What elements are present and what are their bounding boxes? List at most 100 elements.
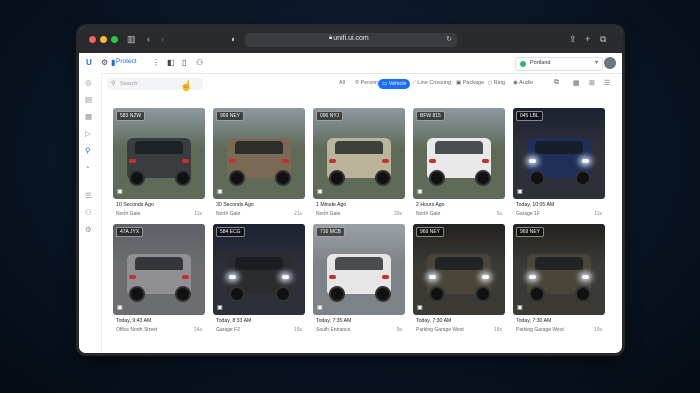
detection-time: 10 Seconds Ago	[116, 202, 154, 208]
vehicle-light	[229, 159, 236, 163]
zoom-window-button[interactable]	[111, 36, 118, 43]
vehicle-wheel	[175, 286, 191, 302]
share-icon[interactable]: ⇪	[569, 34, 577, 45]
vehicle-type-icon: ▣	[317, 305, 323, 311]
detection-thumbnail[interactable]: 47A JYX ▣	[113, 224, 205, 315]
license-plate-badge: 969 NEY	[216, 111, 245, 121]
doorbell-icon[interactable]: ⋮	[152, 58, 160, 68]
clip-duration: 15s	[293, 327, 302, 333]
vehicle-wheel	[529, 170, 545, 186]
search-icon: ⚲	[111, 81, 116, 87]
detection-thumbnail[interactable]: 096 NYJ ▣	[313, 108, 405, 199]
vehicle-light	[282, 159, 289, 163]
detection-thumbnail[interactable]: 969 NEY ▣	[213, 108, 305, 199]
back-icon[interactable]: ‹	[147, 34, 150, 45]
vehicle-wheel	[575, 170, 591, 186]
vehicle-window	[335, 257, 383, 270]
vehicle-wheel	[429, 286, 445, 302]
vehicle-light	[529, 159, 536, 163]
vehicle-type-icon: ▣	[317, 189, 323, 195]
site-selector[interactable]: Portland ▾	[515, 57, 603, 71]
grid-icon[interactable]: ▦	[85, 112, 92, 122]
site-status-dot	[520, 61, 526, 67]
vehicle-type-icon: ▣	[117, 189, 123, 195]
license-plate-badge: 47A JYX	[116, 227, 144, 237]
tabs-overview-icon[interactable]: ⧉	[600, 34, 606, 45]
app-name[interactable]: Protect	[116, 58, 137, 65]
list-view-icon[interactable]: ☰	[604, 79, 610, 87]
hand-cursor-icon: ☝	[180, 81, 193, 92]
access-icon[interactable]: ◧	[167, 58, 175, 68]
sidebar-toggle-icon[interactable]: ▥	[127, 34, 136, 45]
talk-icon[interactable]: ▯	[182, 58, 186, 68]
filter-vehicle[interactable]: ▭ Vehicle	[378, 79, 411, 89]
vehicle-window	[535, 257, 583, 270]
filter-ring-label: Ring	[493, 80, 506, 86]
minimize-window-button[interactable]	[100, 36, 107, 43]
vehicle-light	[229, 275, 236, 279]
filter-all[interactable]: All	[339, 79, 345, 87]
vehicle-type-icon: ▣	[117, 305, 123, 311]
detection-location: Garage 1F	[516, 211, 540, 217]
vehicle-window	[435, 141, 483, 154]
play-icon[interactable]: ▷	[85, 129, 91, 139]
detection-thumbnail[interactable]: 716 MCB ▣	[313, 224, 405, 315]
address-bar[interactable]: 🔒︎ unifi.ui.com ↻	[245, 33, 457, 47]
clip-duration: 24s	[193, 327, 202, 333]
small-grid-icon[interactable]: ⊞	[589, 79, 595, 87]
filter-ring[interactable]: ◇ Ring	[488, 79, 505, 87]
detection-thumbnail[interactable]: 584 ECG ▣	[213, 224, 305, 315]
people-icon[interactable]: ⚇	[196, 58, 203, 68]
detection-thumbnail[interactable]: 583 NZW ▣	[113, 108, 205, 199]
detections-icon[interactable]: ⚲	[85, 146, 91, 156]
license-plate-badge: 969 NEY	[516, 227, 545, 237]
export-icon[interactable]: ⧉	[554, 79, 559, 87]
detection-location: Parking Garage West	[516, 327, 564, 333]
vehicle-type-icon: ▣	[217, 189, 223, 195]
detection-thumbnail[interactable]: 045 LBL ▣	[513, 108, 605, 199]
settings-icon[interactable]: ⚙	[85, 225, 92, 235]
users-icon[interactable]: ⚇	[85, 208, 92, 218]
alarm-icon[interactable]: ◔	[85, 163, 90, 173]
list-icon[interactable]: ☰	[85, 191, 92, 201]
vehicle-type-icon: ▣	[417, 305, 423, 311]
forward-icon[interactable]: ›	[161, 34, 164, 45]
unifi-logo-icon[interactable]: U	[86, 58, 92, 68]
protect-app-icon[interactable]: ▮	[111, 58, 115, 68]
filter-package[interactable]: ▣ Package	[456, 79, 484, 87]
vehicle-light	[382, 159, 389, 163]
shield-icon[interactable]: ◐	[231, 34, 236, 45]
vehicle-wheel	[275, 286, 291, 302]
vehicle-type-icon: ▣	[517, 189, 523, 195]
detection-thumbnail[interactable]: BFW 815 ▣	[413, 108, 505, 199]
detection-thumbnail[interactable]: 969 NEY ▣	[413, 224, 505, 315]
detection-time: 2 Hours Ago	[416, 202, 445, 208]
new-tab-icon[interactable]: +	[585, 34, 590, 45]
reload-icon[interactable]: ↻	[446, 35, 452, 43]
filter-package-label: Package	[462, 80, 485, 86]
dashboard-icon[interactable]: ◎	[85, 78, 92, 88]
vehicle-window	[135, 257, 183, 270]
vehicle-wheel	[175, 170, 191, 186]
filter-person[interactable]: ⚲ Person	[355, 79, 378, 87]
license-plate-badge: 716 MCB	[316, 227, 345, 237]
vehicle-light	[329, 159, 336, 163]
detection-time: Today, 7:30 AM	[516, 318, 552, 324]
vehicle-wheel	[129, 170, 145, 186]
filter-vehicle-label: Vehicle	[388, 81, 407, 87]
filter-line-crossing[interactable]: ⟋ Line Crossing	[412, 79, 451, 87]
vehicle-wheel	[429, 170, 445, 186]
browser-window: ▥ ‹ › ◐ 🔒︎ unifi.ui.com ↻ ⇪ + ⧉ U ⚙ ▮ Pr…	[79, 27, 622, 353]
settings-gear-icon[interactable]: ⚙	[101, 58, 108, 68]
filter-person-label: Person	[360, 80, 378, 86]
devices-icon[interactable]: ▤	[85, 95, 92, 105]
detection-location: North Gate	[216, 211, 241, 217]
detection-thumbnail[interactable]: 969 NEY ▣	[513, 224, 605, 315]
avatar[interactable]	[604, 57, 616, 69]
large-grid-icon[interactable]: ▦	[573, 79, 580, 87]
vehicle-window	[135, 141, 183, 154]
close-window-button[interactable]	[89, 36, 96, 43]
vehicle-wheel	[129, 286, 145, 302]
detection-time: Today, 8:33 AM	[216, 318, 252, 324]
filter-audio[interactable]: ◉ Audio	[513, 79, 533, 87]
